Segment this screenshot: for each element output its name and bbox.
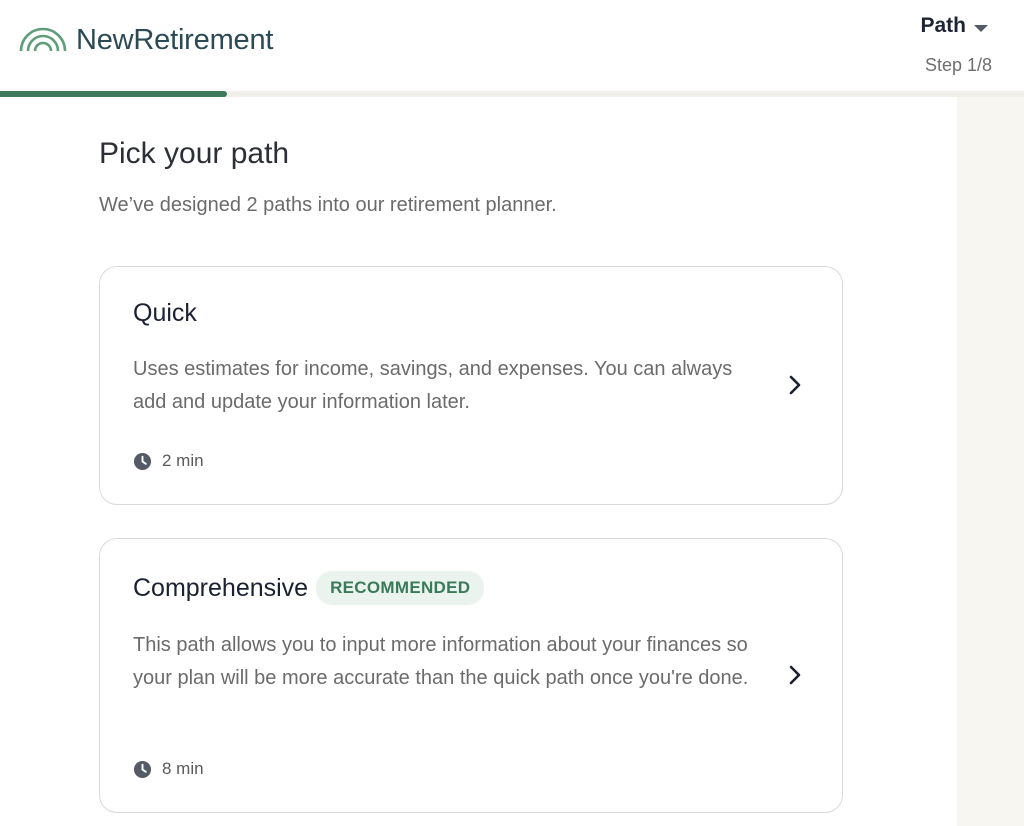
path-card-quick[interactable]: Quick Uses estimates for income, savings… [99, 266, 843, 505]
side-panel [957, 97, 1024, 826]
page-title: Pick your path [99, 137, 290, 170]
card-description: Uses estimates for income, savings, and … [133, 358, 733, 413]
card-title-row: Quick [133, 299, 197, 328]
chevron-right-icon [789, 375, 801, 395]
card-time-label: 2 min [162, 451, 204, 470]
path-card-comprehensive[interactable]: Comprehensive RECOMMENDED This path allo… [99, 538, 843, 813]
card-time: 8 min [133, 759, 204, 779]
caret-down-icon [974, 24, 988, 32]
clock-icon [133, 760, 152, 778]
progress-bar-fill [0, 91, 228, 97]
path-dropdown-label: Path [920, 14, 966, 37]
header: NewRetirement Path Step 1/8 [0, 0, 1024, 92]
card-title: Quick [133, 299, 197, 327]
page: NewRetirement Path Step 1/8 Pick your pa… [0, 0, 1024, 826]
recommended-badge: RECOMMENDED [316, 571, 485, 605]
clock-icon [133, 452, 152, 470]
page-subtitle: We’ve designed 2 paths into our retireme… [99, 194, 557, 216]
card-title: Comprehensive [133, 573, 309, 602]
chevron-right-icon [789, 665, 801, 685]
progress-bar [0, 91, 1024, 97]
rainbow-arcs-icon [19, 27, 67, 52]
path-dropdown[interactable]: Path [920, 14, 988, 38]
logo[interactable]: NewRetirement [18, 24, 273, 56]
card-time: 2 min [133, 451, 204, 471]
card-time-label: 8 min [162, 759, 204, 778]
card-title-row: Comprehensive RECOMMENDED [133, 571, 485, 605]
step-indicator: Step 1/8 [924, 55, 992, 75]
logo-text: NewRetirement [76, 23, 274, 56]
card-description: This path allows you to input more infor… [133, 634, 749, 689]
